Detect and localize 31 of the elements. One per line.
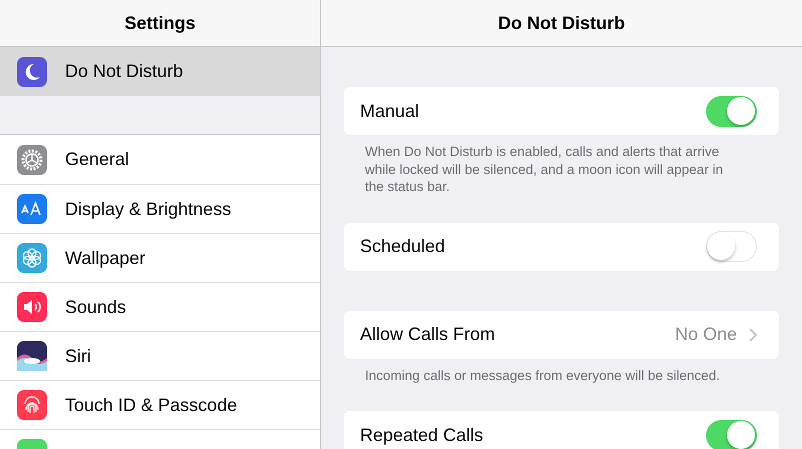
sidebar-item-label: Do Not Disturb xyxy=(65,61,184,82)
settings-row[interactable]: Scheduled xyxy=(344,222,779,270)
row-label: Scheduled xyxy=(360,236,446,257)
speaker-icon xyxy=(17,292,47,322)
sidebar-item-label: General xyxy=(65,149,130,170)
settings-icon xyxy=(17,144,47,174)
sidebar-item-label: Siri xyxy=(65,346,91,366)
sidebar-title: Settings xyxy=(124,12,196,34)
chevron-icon xyxy=(749,328,757,342)
sidebar-item-label: Wallpaper xyxy=(65,248,146,268)
flower-icon xyxy=(17,243,47,273)
footer-text: When Do Not Disturb is enabled, calls and alerts that arrive while locked will be silenced, and a moon icon will appear in the status bar. xyxy=(365,143,724,196)
sidebar-item-label: Sounds xyxy=(65,296,126,318)
row-label: Repeated Calls xyxy=(360,424,484,446)
text-size-icon xyxy=(17,194,47,224)
row-label: Allow Calls From xyxy=(360,324,496,345)
footer-text: Incoming calls or messages from everyone will be silenced. xyxy=(365,366,721,384)
moon-icon xyxy=(17,56,47,86)
row-value: No One xyxy=(674,324,737,345)
fingerprint-icon xyxy=(17,390,47,420)
toggle-switch[interactable] xyxy=(706,96,757,126)
sidebar-item-label: Touch ID & Passcode xyxy=(65,394,238,416)
row-label: Manual xyxy=(360,100,420,122)
settings-row[interactable]: Allow Calls From No One xyxy=(344,310,779,358)
settings-row[interactable]: Manual xyxy=(344,87,779,135)
sidebar-item-label: Display & Brightness xyxy=(65,198,232,220)
waves-icon xyxy=(17,341,47,371)
sidebar-item[interactable]: Do Not Disturb xyxy=(0,47,320,96)
settings-row[interactable]: Repeated Calls xyxy=(344,411,779,449)
detail-title: Do Not Disturb xyxy=(498,12,625,34)
toggle-switch[interactable] xyxy=(706,420,757,449)
